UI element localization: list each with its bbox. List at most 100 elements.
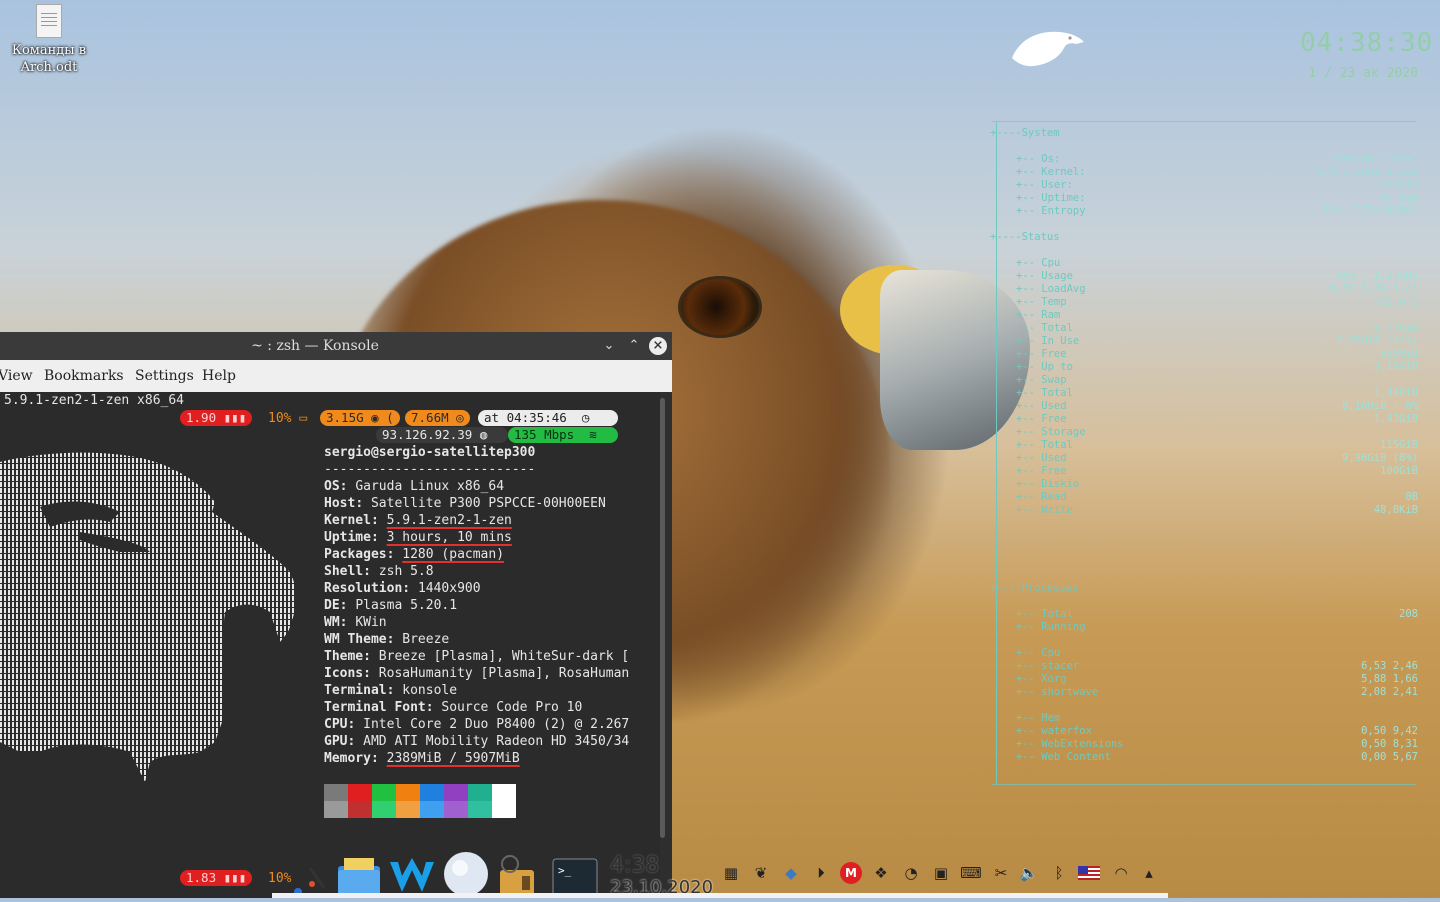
terminal-area[interactable]: 5.9.1-zen2-1-zen x86_64 1.90 ▮▮▮ 10% ▭ 3… bbox=[0, 392, 660, 898]
menu-bookmarks[interactable]: Bookmarks bbox=[44, 368, 124, 384]
terminal-app-icon[interactable]: >_ bbox=[552, 858, 598, 898]
waterfox-icon[interactable] bbox=[388, 852, 436, 898]
clock-icon: ◷ bbox=[581, 410, 590, 425]
conky-status-value: +80.0°C bbox=[1373, 296, 1418, 308]
bar-chart-icon: ▮▮▮ bbox=[223, 410, 247, 425]
scissors-icon[interactable]: ✂ bbox=[990, 862, 1012, 884]
neofetch-field-value: zsh 5.8 bbox=[378, 564, 434, 579]
terminal-scrollbar[interactable] bbox=[660, 398, 665, 838]
conky-section-processes: +----Processes bbox=[990, 582, 1079, 594]
neofetch-field-value: Garuda Linux x86_64 bbox=[355, 479, 505, 494]
neofetch-field-key: WM bbox=[324, 615, 340, 630]
conky-process-key: +-- Xorg bbox=[1016, 673, 1067, 685]
radio-app-icon[interactable] bbox=[496, 854, 540, 898]
conky-clock-date: 1 / 23 ak 2020 bbox=[1308, 66, 1418, 81]
dropbox-icon[interactable]: ❖ bbox=[870, 862, 892, 884]
neofetch-separator: --------------------------- bbox=[324, 462, 536, 477]
neofetch-field: Shell: zsh 5.8 bbox=[324, 564, 434, 579]
file-manager-icon[interactable] bbox=[336, 852, 382, 898]
conky-system-value: sergio bbox=[1380, 179, 1418, 191]
conky-status-row: +-- Swap bbox=[990, 374, 1418, 387]
volume-icon[interactable]: 🔈 bbox=[1018, 862, 1040, 884]
conky-process-row: +-- Web Content 0,00 5,67 bbox=[990, 751, 1418, 764]
neofetch-field: OS: Garuda Linux x86_64 bbox=[324, 479, 505, 494]
menu-view[interactable]: View bbox=[0, 368, 33, 384]
close-icon: × bbox=[652, 338, 664, 353]
palette-swatch bbox=[444, 801, 468, 818]
conky-process-key: +-- Total bbox=[1016, 608, 1073, 620]
close-button[interactable]: × bbox=[649, 337, 667, 355]
conky-process-row: +-- Xorg 5,88 1,66 bbox=[990, 673, 1418, 686]
media-play-icon[interactable]: ⏵ bbox=[810, 862, 832, 884]
terminal-small-icon[interactable]: ▣ bbox=[930, 862, 952, 884]
neofetch-field: Kernel: 5.9.1-zen2-1-zen bbox=[324, 513, 512, 528]
neofetch-field-key: Kernel bbox=[324, 513, 371, 528]
minimize-button[interactable]: ⌄ bbox=[600, 337, 618, 355]
neofetch-field: Terminal: konsole bbox=[324, 683, 458, 698]
menu-settings[interactable]: Settings bbox=[135, 368, 194, 384]
conky-process-value: 0,50 8,31 bbox=[1361, 738, 1418, 750]
conky-process-value: 0,50 9,42 bbox=[1361, 725, 1418, 737]
conky-status-key: +-- Storage bbox=[1016, 426, 1086, 438]
prompt-mem-segment: 3.15G ◉ ( bbox=[320, 410, 400, 426]
neofetch-field-value: RosaHumanity [Plasma], RosaHuman bbox=[378, 666, 630, 681]
neofetch-field: Host: Satellite P300 PSPCCE-00H00EEN bbox=[324, 496, 606, 511]
taskbar-clock[interactable]: 4:38 23.10.2020 bbox=[610, 854, 713, 898]
apps-grid-icon[interactable]: ▦ bbox=[720, 862, 742, 884]
speedometer-icon[interactable]: ◔ bbox=[900, 862, 922, 884]
conky-process-value: 5,88 1,66 bbox=[1361, 673, 1418, 685]
tray-expand-icon[interactable]: ▴ bbox=[1138, 862, 1160, 884]
wifi-tray-icon[interactable]: ◠ bbox=[1110, 862, 1132, 884]
conky-process-value: 2,08 2,41 bbox=[1361, 686, 1418, 698]
neofetch-field-value: Breeze bbox=[402, 632, 450, 647]
conky-status-key: +-- Diskio bbox=[1016, 478, 1080, 490]
window-title: ~ : zsh — Konsole bbox=[251, 338, 379, 354]
neofetch-field-value: Satellite P300 PSPCCE-00H00EEN bbox=[370, 496, 606, 511]
bluetooth-icon[interactable]: ᛒ bbox=[1048, 862, 1070, 884]
maximize-button[interactable]: ⌃ bbox=[625, 337, 643, 355]
dock: >_ 4:38 23.10.2020 bbox=[280, 844, 720, 898]
konsole-window[interactable]: ~ : zsh — Konsole ⌄ ⌃ × View Bookmarks S… bbox=[0, 332, 672, 898]
leaf-icon[interactable]: ❦ bbox=[750, 862, 772, 884]
conky-status-value: 638MiB bbox=[1380, 348, 1418, 360]
neofetch-field-key: Uptime bbox=[324, 530, 371, 545]
neofetch-field-key: Packages bbox=[324, 547, 387, 562]
conky-status-value: 115GiB bbox=[1380, 439, 1418, 451]
neofetch-field-key: GPU bbox=[324, 734, 348, 749]
neofetch-field-value: Plasma 5.20.1 bbox=[355, 598, 458, 613]
palette-swatch bbox=[420, 784, 444, 801]
neofetch-field-value: AMD ATI Mobility Radeon HD 3450/34 bbox=[363, 734, 630, 749]
conky-section-system: +----System bbox=[990, 127, 1060, 139]
conky-process-key: +-- Cpu bbox=[1016, 647, 1061, 659]
conky-status-row: +-- Temp +80.0°C bbox=[990, 296, 1418, 309]
palette-swatch bbox=[372, 801, 396, 818]
conky-status-key: +-- Free bbox=[1016, 413, 1067, 425]
palette-swatch bbox=[444, 784, 468, 801]
mega-icon[interactable]: M bbox=[840, 862, 862, 884]
neofetch-field-key: Icons bbox=[324, 666, 364, 681]
conky-status-row: +-- Usage 28% - 2,27GHz bbox=[990, 270, 1418, 283]
conky-section-status: +----Status bbox=[990, 231, 1060, 243]
neofetch-field: Memory: 2389MiB / 5907MiB bbox=[324, 751, 520, 766]
palette-swatch bbox=[396, 784, 420, 801]
conky-status-value: 28% - 2,27GHz bbox=[1335, 270, 1418, 282]
conky-process-row bbox=[990, 699, 1418, 712]
flag-us-icon[interactable] bbox=[1078, 862, 1100, 884]
prompt-bottom-load-segment: 1.83 ▮▮▮ bbox=[180, 870, 253, 886]
dragon-icon[interactable]: ◆ bbox=[780, 862, 802, 884]
conky-status-key: +-- Temp bbox=[1016, 296, 1067, 308]
menu-help[interactable]: Help bbox=[202, 368, 236, 384]
palette-swatch bbox=[492, 801, 516, 818]
konsole-titlebar[interactable]: ~ : zsh — Konsole ⌄ ⌃ × bbox=[0, 332, 672, 360]
neofetch-field-key: WM Theme bbox=[324, 632, 387, 647]
conky-system-row: +-- Entropy 92% (3754/4096) bbox=[990, 205, 1418, 218]
launcher-icon[interactable] bbox=[288, 858, 328, 898]
swap-icon: ◎ bbox=[456, 410, 464, 425]
conky-status-key: +-- Used bbox=[1016, 400, 1067, 412]
browser-globe-icon[interactable] bbox=[442, 850, 490, 898]
conky-system-value: "Garuda Linux" bbox=[1329, 153, 1418, 165]
conky-status-row: +-- Total 1,44GiB bbox=[990, 387, 1418, 400]
keyboard-icon[interactable]: ⌨ bbox=[960, 862, 982, 884]
conky-status-key: +-- Swap bbox=[1016, 374, 1067, 386]
desktop-file-icon[interactable]: Команды в Arch.odt bbox=[10, 4, 88, 76]
